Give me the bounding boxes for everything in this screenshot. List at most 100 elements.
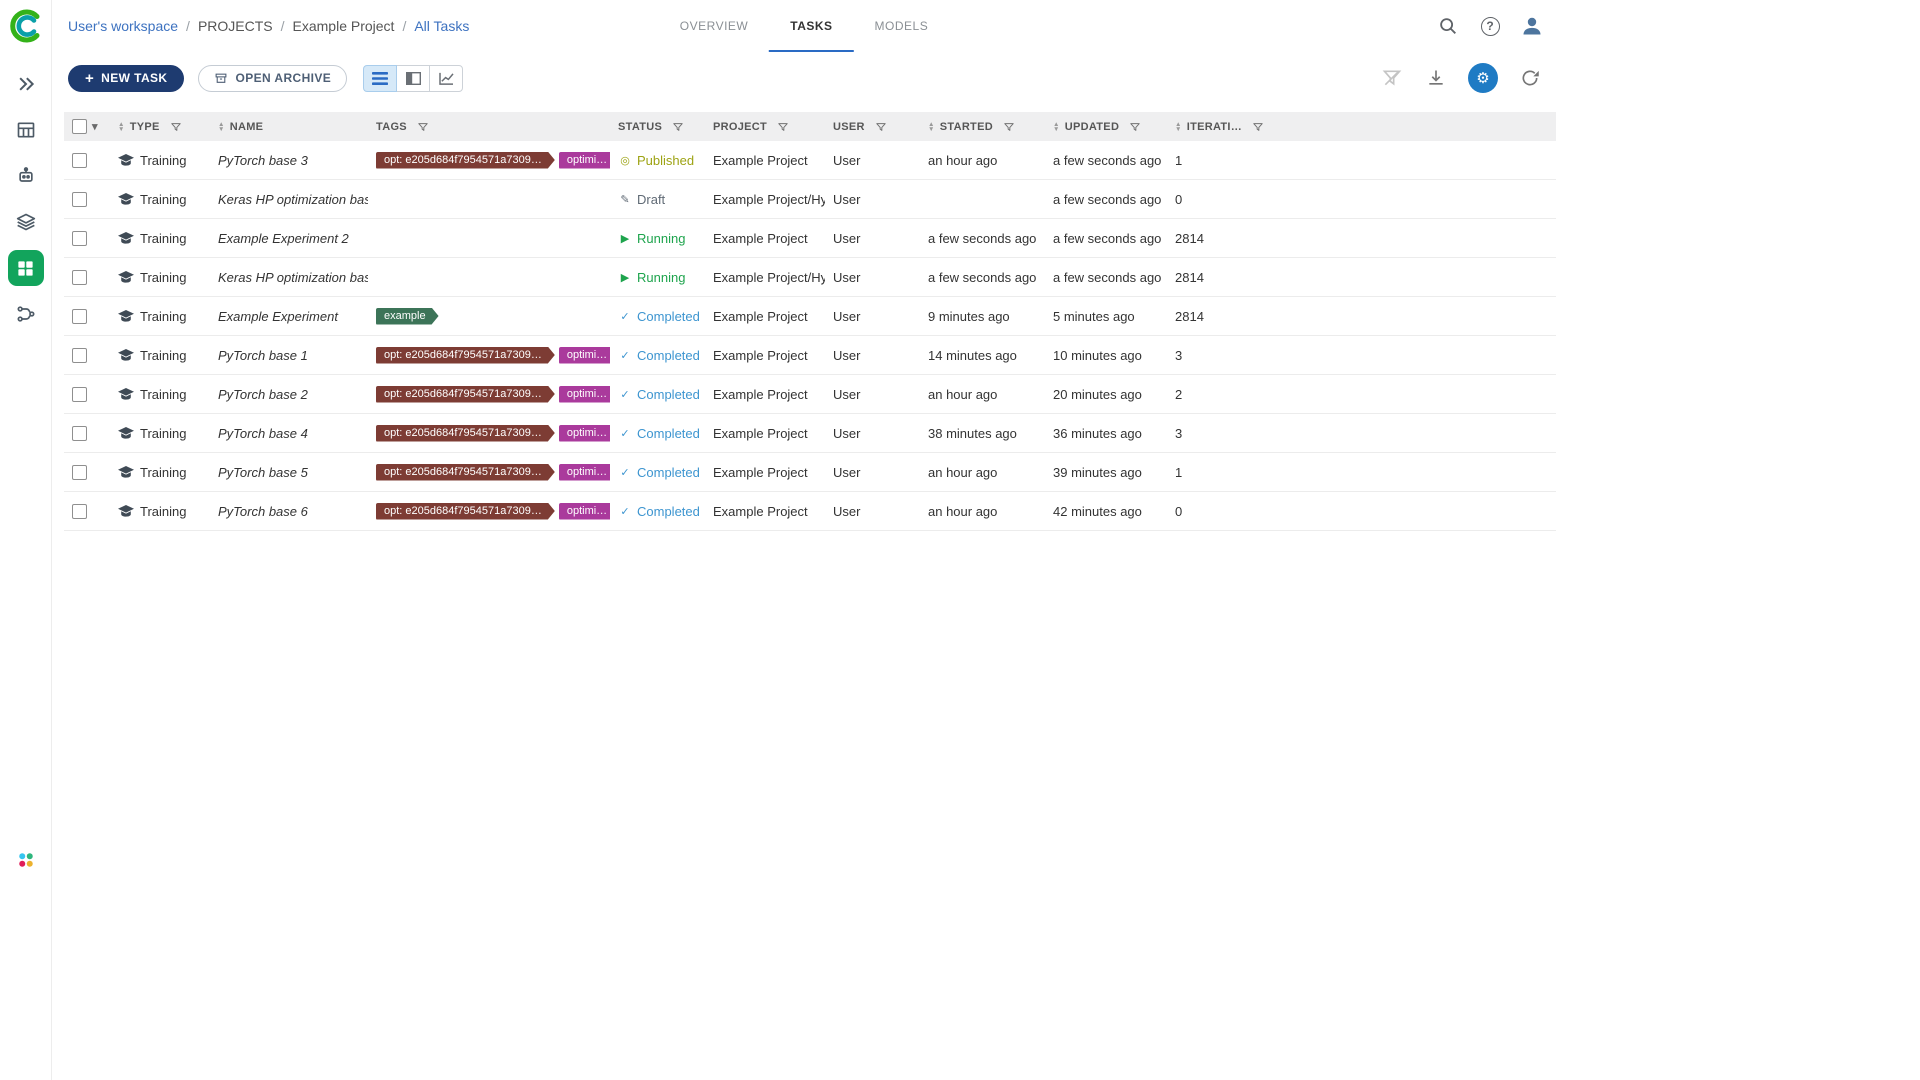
task-name[interactable]: Keras HP optimization base [218, 270, 368, 285]
tag[interactable]: optimi… [559, 425, 610, 442]
tag[interactable]: opt: e205d684f7954571a7309… [376, 152, 555, 169]
table-row[interactable]: Training Keras HP optimization base ▶ Runni… [64, 258, 1556, 297]
sort-icon[interactable]: ▲ ▼ [1053, 121, 1060, 133]
tag[interactable]: opt: e205d684f7954571a7309… [376, 503, 555, 520]
filter-icon[interactable] [171, 122, 181, 132]
task-name-cell[interactable]: Keras HP optimization base [210, 192, 368, 207]
task-name-cell[interactable]: Keras HP optimization base [210, 270, 368, 285]
filter-icon[interactable] [778, 122, 788, 132]
task-name-cell[interactable]: PyTorch base 2 [210, 387, 368, 402]
open-archive-button[interactable]: OPEN ARCHIVE [198, 64, 348, 92]
tab-overview[interactable]: OVERVIEW [659, 0, 769, 52]
sort-icon[interactable]: ▲ ▼ [1175, 121, 1182, 133]
sidebar-pipelines-icon[interactable] [8, 296, 44, 332]
table-row[interactable]: Training PyTorch base 1 opt: e205d684f7954… [64, 336, 1556, 375]
task-name[interactable]: PyTorch base 4 [218, 426, 308, 441]
clear-filters-icon[interactable] [1380, 66, 1404, 90]
task-name[interactable]: PyTorch base 5 [218, 465, 308, 480]
table-row[interactable]: Training Example Experiment 2 ▶ Running Exam… [64, 219, 1556, 258]
status-completed-icon: ✓ [620, 505, 630, 518]
iterations-cell: 1 [1167, 153, 1300, 168]
sidebar-projects-icon[interactable] [7, 250, 44, 286]
task-name-cell[interactable]: Example Experiment [210, 309, 368, 324]
auto-refresh-icon[interactable] [1518, 66, 1542, 90]
table-view-button[interactable] [363, 64, 398, 92]
row-checkbox[interactable] [72, 347, 87, 363]
slack-icon[interactable] [8, 842, 44, 878]
filter-icon[interactable] [673, 122, 683, 132]
compare-view-button[interactable] [429, 64, 464, 92]
tab-models[interactable]: MODELS [854, 0, 950, 52]
breadcrumb-item[interactable]: All Tasks [414, 18, 469, 34]
task-name[interactable]: PyTorch base 6 [218, 504, 308, 519]
task-name[interactable]: Example Experiment [218, 309, 338, 324]
sort-icon[interactable]: ▲ ▼ [928, 121, 935, 133]
iterations-cell: 3 [1167, 426, 1300, 441]
table-row[interactable]: Training PyTorch base 2 opt: e205d684f7954… [64, 375, 1556, 414]
task-name[interactable]: Example Experiment 2 [218, 231, 349, 246]
task-name[interactable]: PyTorch base 2 [218, 387, 308, 402]
filter-icon[interactable] [1253, 122, 1263, 132]
filter-icon[interactable] [1130, 122, 1140, 132]
select-all-checkbox[interactable] [72, 119, 87, 134]
project-cell-value: Example Project [713, 386, 808, 402]
tag[interactable]: optimi… [559, 464, 610, 481]
selection-menu-caret-icon[interactable]: ▾ [92, 120, 98, 133]
filter-icon[interactable] [876, 122, 886, 132]
row-checkbox[interactable] [72, 152, 87, 168]
task-name[interactable]: PyTorch base 3 [218, 153, 308, 168]
task-name-cell[interactable]: PyTorch base 1 [210, 348, 368, 363]
tag[interactable]: opt: e205d684f7954571a7309… [376, 464, 555, 481]
help-icon[interactable]: ? [1478, 14, 1502, 38]
filter-icon[interactable] [418, 122, 428, 132]
task-name[interactable]: Keras HP optimization base [218, 192, 368, 207]
row-checkbox[interactable] [72, 503, 87, 519]
row-checkbox[interactable] [72, 191, 87, 207]
tag[interactable]: optimi… [559, 503, 610, 520]
project-cell-value: Example Project [713, 425, 808, 441]
table-row[interactable]: Training PyTorch base 5 opt: e205d684f7954… [64, 453, 1556, 492]
tag[interactable]: optimi… [559, 347, 610, 364]
tag[interactable]: optimi… [559, 152, 610, 169]
breadcrumb-item[interactable]: User's workspace [68, 18, 178, 34]
sidebar-queues-icon[interactable] [8, 112, 44, 148]
task-name-cell[interactable]: PyTorch base 3 [210, 153, 368, 168]
breadcrumb-separator: / [186, 18, 190, 34]
tag[interactable]: opt: e205d684f7954571a7309… [376, 425, 555, 442]
task-name-cell[interactable]: Example Experiment 2 [210, 231, 368, 246]
table-row[interactable]: Training Example Experiment example ✓ Comple… [64, 297, 1556, 336]
tag[interactable]: example [376, 308, 439, 325]
details-view-button[interactable] [396, 64, 431, 92]
row-checkbox[interactable] [72, 230, 87, 246]
tag[interactable]: opt: e205d684f7954571a7309… [376, 347, 555, 364]
row-checkbox[interactable] [72, 269, 87, 285]
new-task-button[interactable]: + NEW TASK [68, 64, 185, 92]
user-avatar[interactable] [1520, 14, 1544, 38]
sidebar-datasets-icon[interactable] [8, 204, 44, 240]
row-checkbox[interactable] [72, 425, 87, 441]
search-icon[interactable] [1436, 14, 1460, 38]
download-icon[interactable] [1424, 66, 1448, 90]
task-name-cell[interactable]: PyTorch base 6 [210, 504, 368, 519]
tab-tasks[interactable]: TASKS [769, 0, 854, 52]
sidebar-workers-icon[interactable] [8, 158, 44, 194]
sort-icon[interactable]: ▲ ▼ [218, 121, 225, 133]
table-row[interactable]: Training PyTorch base 6 opt: e205d684f7954… [64, 492, 1556, 531]
tag[interactable]: opt: e205d684f7954571a7309… [376, 386, 555, 403]
sort-icon[interactable]: ▲ ▼ [118, 121, 125, 133]
settings-gear-icon[interactable]: ⚙ [1468, 63, 1498, 93]
task-name[interactable]: PyTorch base 1 [218, 348, 308, 363]
row-checkbox[interactable] [72, 386, 87, 402]
table-row[interactable]: Training PyTorch base 3 opt: e205d684f7954… [64, 141, 1556, 180]
task-name-cell[interactable]: PyTorch base 4 [210, 426, 368, 441]
sidebar-dashboard-icon[interactable] [8, 66, 44, 102]
iterations-cell-value: 3 [1175, 425, 1183, 441]
row-checkbox[interactable] [72, 308, 87, 324]
row-checkbox[interactable] [72, 464, 87, 480]
clearml-logo[interactable] [8, 8, 44, 44]
tag[interactable]: optimi… [559, 386, 610, 403]
table-row[interactable]: Training PyTorch base 4 opt: e205d684f7954… [64, 414, 1556, 453]
task-name-cell[interactable]: PyTorch base 5 [210, 465, 368, 480]
table-row[interactable]: Training Keras HP optimization base ✎ Draft… [64, 180, 1556, 219]
filter-icon[interactable] [1004, 122, 1014, 132]
